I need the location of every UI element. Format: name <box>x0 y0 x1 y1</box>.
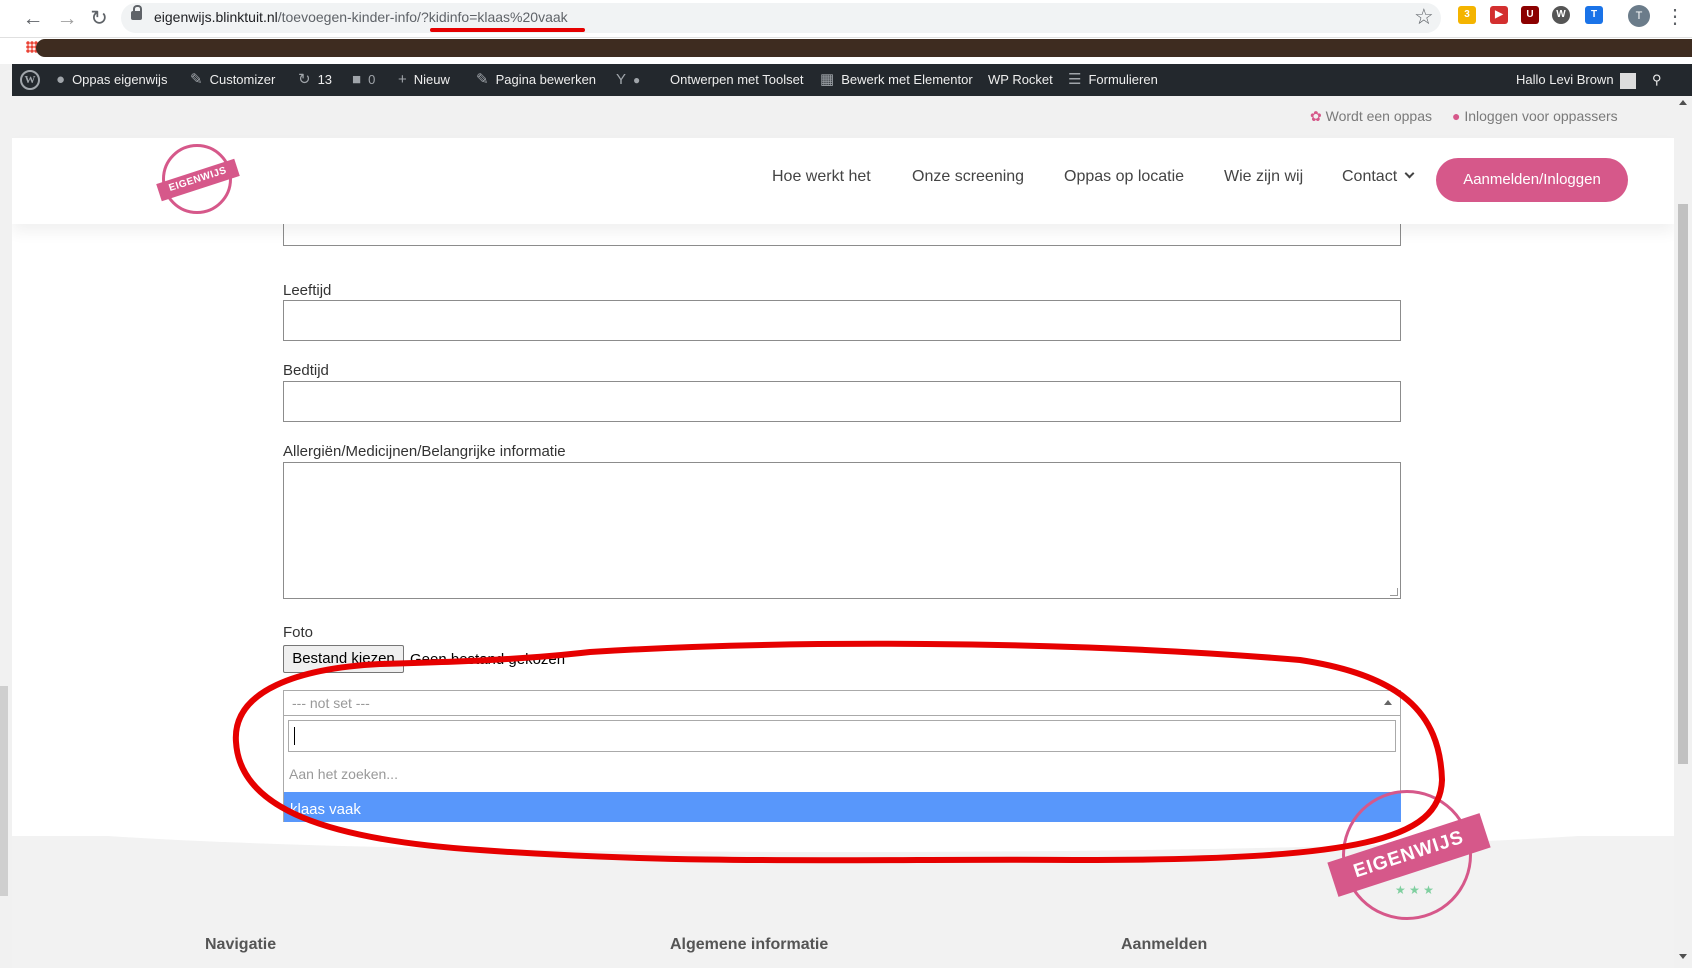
age-field[interactable] <box>283 300 1401 341</box>
scroll-up-icon[interactable] <box>1679 100 1687 105</box>
child-select[interactable]: --- not set --- <box>283 690 1401 716</box>
choose-file-button[interactable]: Bestand kiezen <box>283 645 404 673</box>
menu-dots-icon[interactable]: ⋮ <box>1665 4 1685 29</box>
eigenwijs-stamp-logo: EIGENWIJS ★ ★ ★ <box>1327 790 1491 920</box>
dropdown-search-input[interactable] <box>288 720 1396 752</box>
admin-search-icon[interactable]: ⚲ <box>1652 64 1662 96</box>
nav-hoe-werkt-het[interactable]: Hoe werkt het <box>772 168 871 186</box>
bookmarks-bar <box>0 38 1692 64</box>
footer-heading-algemene-informatie: Algemene informatie <box>670 936 829 953</box>
select-dropdown: Aan het zoeken... klaas vaak <box>283 716 1401 828</box>
dashboard-icon: ● <box>56 71 66 88</box>
logo-band: EIGENWIJS <box>156 158 240 202</box>
wp-admin-bar: W ● Oppas eigenwijs ✎ Customizer ↻ 13 ■ 0 + N… <box>12 64 1692 96</box>
page-scrollbar[interactable] <box>1674 96 1692 968</box>
scroll-thumb[interactable] <box>1678 204 1688 764</box>
extension-icon-2[interactable]: ▶ <box>1490 6 1508 24</box>
chevron-down-icon <box>1404 168 1415 179</box>
user-circle-icon: ● <box>1452 108 1461 124</box>
info-textarea[interactable] <box>283 462 1401 599</box>
address-bar[interactable]: eigenwijs.blinktuit.nl/toevoegen-kinder-… <box>121 3 1441 33</box>
wordpress-logo-icon[interactable]: W <box>20 70 40 90</box>
site-header: EIGENWIJS Hoe werkt het Onze screening O… <box>12 138 1674 224</box>
text-cursor <box>294 727 295 745</box>
admin-comments[interactable]: ■ 0 <box>352 64 375 96</box>
scroll-down-icon[interactable] <box>1679 954 1687 959</box>
forward-icon[interactable]: → <box>52 4 82 34</box>
extension-icon-1[interactable]: 3 <box>1458 6 1476 24</box>
nav-wie-zijn-wij[interactable]: Wie zijn wij <box>1224 168 1303 186</box>
annotation-underline <box>430 28 585 32</box>
caret-up-icon <box>1384 700 1392 705</box>
page: ✿ Wordt een oppas ● Inloggen voor oppass… <box>12 96 1674 968</box>
left-edge-mark <box>0 686 8 896</box>
left-edge <box>0 96 12 968</box>
ublock-icon[interactable]: U <box>1521 6 1539 24</box>
comment-icon: ■ <box>352 71 362 88</box>
brush-icon: ✎ <box>190 71 203 88</box>
age-label: Leeftijd <box>283 282 332 299</box>
login-register-button[interactable]: Aanmelden/Inloggen <box>1436 158 1628 202</box>
elementor-icon: ▦ <box>820 71 835 88</box>
admin-toolset[interactable]: Ontwerpen met Toolset <box>670 64 803 96</box>
bookmark-star-icon[interactable]: ☆ <box>1414 4 1434 30</box>
wordpress-extension-icon[interactable]: W <box>1552 6 1570 24</box>
admin-new[interactable]: + Nieuw <box>398 64 450 96</box>
user-avatar <box>1619 72 1636 89</box>
plus-icon: + <box>398 71 407 88</box>
admin-wp-rocket[interactable]: WP Rocket <box>988 64 1053 96</box>
profile-avatar[interactable]: T <box>1628 5 1650 27</box>
admin-updates[interactable]: ↻ 13 <box>298 64 332 96</box>
top-utility-bar: ✿ Wordt een oppas ● Inloggen voor oppass… <box>12 96 1674 138</box>
file-status-text: Geen bestand gekozen <box>410 651 566 668</box>
select-value: --- not set --- <box>292 695 370 711</box>
pencil-icon: ✎ <box>476 71 489 88</box>
stars-icon: ★ ★ ★ <box>1395 883 1434 897</box>
back-icon[interactable]: ← <box>18 4 48 34</box>
browser-toolbar: ← → ↻ eigenwijs.blinktuit.nl/toevoegen-k… <box>0 0 1692 38</box>
footer-heading-navigatie: Navigatie <box>205 936 277 953</box>
url-text: eigenwijs.blinktuit.nl/toevoegen-kinder-… <box>154 9 568 25</box>
updates-icon: ↻ <box>298 71 311 88</box>
bookmarks-overlay <box>36 39 1692 57</box>
yoast-icon: Y <box>616 71 627 88</box>
nav-onze-screening[interactable]: Onze screening <box>912 168 1024 186</box>
admin-forms[interactable]: ☰ Formulieren <box>1068 64 1158 96</box>
site-logo[interactable]: EIGENWIJS <box>156 144 240 214</box>
admin-elementor[interactable]: ▦ Bewerk met Elementor <box>820 64 973 96</box>
reload-icon[interactable]: ↻ <box>84 4 114 34</box>
admin-edit-page[interactable]: ✎ Pagina bewerken <box>476 64 596 96</box>
login-sitters-link[interactable]: ● Inloggen voor oppassers <box>1452 108 1618 124</box>
admin-site-name[interactable]: ● Oppas eigenwijs <box>56 64 167 96</box>
forms-icon: ☰ <box>1068 71 1082 88</box>
become-sitter-link[interactable]: ✿ Wordt een oppas <box>1310 108 1432 125</box>
admin-user-greeting[interactable]: Hallo Levi Brown <box>1516 64 1636 96</box>
lock-icon <box>131 5 142 20</box>
bedtime-label: Bedtijd <box>283 362 329 379</box>
extension-icon-5[interactable]: T <box>1585 6 1603 24</box>
sitter-icon: ✿ <box>1310 108 1322 124</box>
bedtime-field[interactable] <box>283 381 1401 422</box>
nav-contact[interactable]: Contact <box>1342 168 1415 186</box>
admin-yoast[interactable]: Y ● <box>616 64 647 96</box>
resize-grip-icon[interactable] <box>1390 588 1398 596</box>
footer-heading-aanmelden: Aanmelden <box>1121 936 1208 953</box>
admin-customizer[interactable]: ✎ Customizer <box>190 64 275 96</box>
nav-oppas-op-locatie[interactable]: Oppas op locatie <box>1064 168 1184 186</box>
searching-text: Aan het zoeken... <box>289 766 398 782</box>
photo-label: Foto <box>283 624 314 641</box>
seo-status-dot-icon: ● <box>633 73 641 87</box>
info-label: Allergiën/Medicijnen/Belangrijke informa… <box>283 443 566 460</box>
